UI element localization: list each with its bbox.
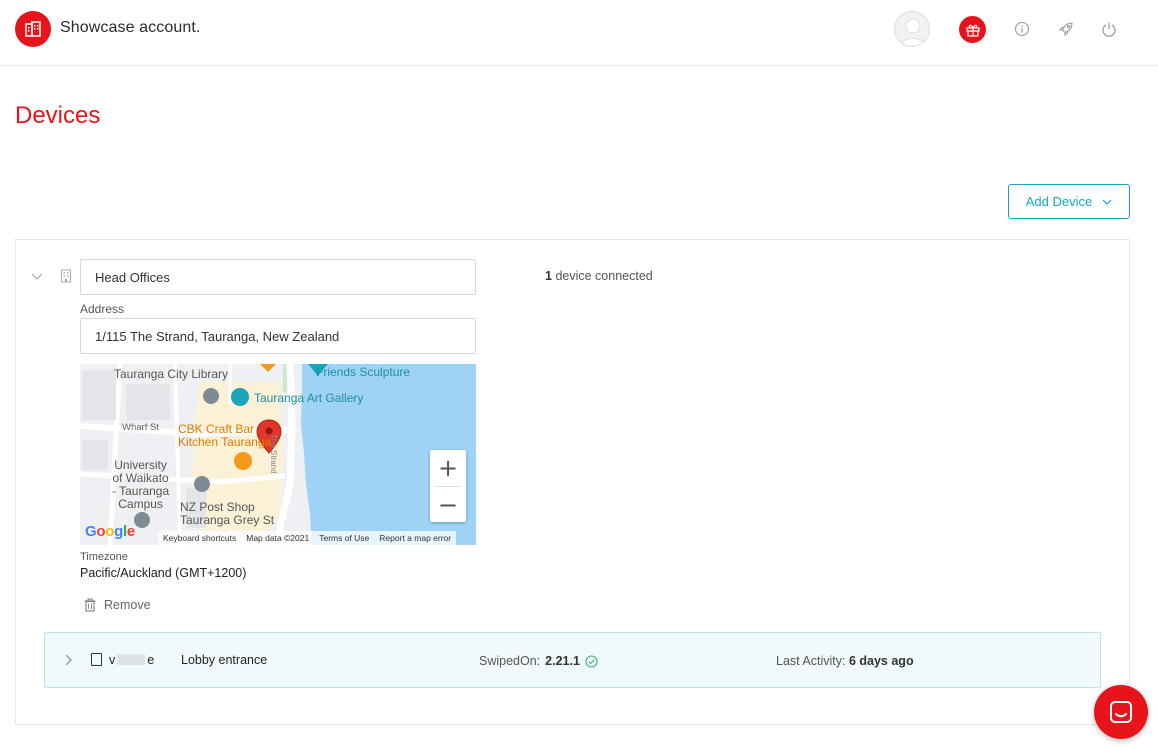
map-label-strand: The Strand	[269, 434, 278, 474]
devices-count: 1	[545, 269, 552, 283]
tablet-icon	[91, 653, 102, 666]
add-device-button[interactable]: Add Device	[1008, 184, 1130, 219]
device-row[interactable]: ve Lobby entrance SwipedOn: 2.21.1 Last …	[44, 632, 1101, 688]
device-code-start: v	[109, 653, 116, 667]
account-name: Showcase account.	[60, 19, 201, 36]
chevron-down-icon	[1102, 199, 1112, 205]
remove-location-button[interactable]: Remove	[84, 598, 151, 612]
activity-label: Last Activity:	[776, 654, 846, 668]
google-logo: Google	[85, 523, 135, 540]
zoom-out-button[interactable]: −	[430, 487, 466, 523]
map-label-sculpture: Friends Sculpture	[316, 365, 411, 379]
device-name: Lobby entrance	[181, 653, 268, 667]
device-version: SwipedOn: 2.21.1	[479, 654, 598, 668]
map-attribution: Keyboard shortcuts Map data ©2021 Terms …	[158, 531, 457, 545]
map-label-postshop: NZ Post Shop Tauranga Grey St	[180, 500, 275, 527]
power-icon[interactable]	[1099, 19, 1119, 39]
location-name-input[interactable]	[80, 259, 476, 295]
map-data-text: Map data ©2021	[246, 533, 310, 543]
info-icon[interactable]	[1012, 19, 1032, 39]
devices-connected-text: device connected	[555, 269, 653, 283]
location-card: 1 device connected Address	[15, 239, 1130, 725]
terms-of-use-link[interactable]: Terms of Use	[314, 531, 374, 545]
check-circle-icon	[585, 654, 598, 668]
building-icon	[60, 269, 72, 283]
chevron-right-icon[interactable]	[63, 653, 73, 667]
map-zoom-control: + −	[430, 450, 466, 522]
map-label-cbk: CBK Craft Bar Kitchen Tauranga	[178, 422, 272, 449]
zoom-in-button[interactable]: +	[430, 450, 466, 486]
timezone-label: Timezone	[80, 551, 128, 563]
map-label-wharf-st: Wharf St	[122, 422, 159, 433]
redacted-block	[117, 654, 146, 665]
location-map[interactable]: Tauranga City Library Friends Sculpture …	[80, 364, 476, 545]
add-device-label: Add Device	[1025, 194, 1093, 209]
timezone-value: Pacific/Auckland (GMT+1200)	[80, 566, 247, 580]
map-label-library: Tauranga City Library	[114, 367, 229, 381]
collapse-chevron-icon[interactable]	[30, 270, 44, 284]
address-label: Address	[80, 302, 125, 316]
page-title: Devices	[15, 102, 101, 129]
chat-icon	[1110, 701, 1132, 723]
device-last-activity: Last Activity: 6 days ago	[776, 654, 914, 668]
chat-launcher-button[interactable]	[1094, 685, 1148, 739]
report-map-error-link[interactable]: Report a map error	[374, 531, 456, 545]
activity-value: 6 days ago	[848, 654, 914, 668]
map-label-gallery: Tauranga Art Gallery	[254, 391, 364, 405]
trash-icon	[84, 598, 96, 612]
device-code: ve	[109, 653, 154, 667]
remove-label: Remove	[104, 598, 151, 612]
version-label: SwipedOn:	[479, 654, 541, 668]
logo-building-icon[interactable]	[15, 11, 51, 47]
gift-icon[interactable]	[959, 16, 986, 43]
keyboard-shortcuts-link[interactable]: Keyboard shortcuts	[158, 531, 241, 545]
rocket-icon[interactable]	[1056, 19, 1076, 39]
top-bar: Showcase account.	[0, 0, 1158, 66]
address-input[interactable]	[80, 318, 476, 354]
map-label-university: University of Waikato - Tauranga Campus	[112, 458, 170, 511]
version-value: 2.21.1	[545, 654, 580, 668]
user-avatar[interactable]	[894, 11, 930, 47]
devices-connected: 1 device connected	[545, 269, 653, 283]
device-code-end: e	[147, 653, 155, 667]
